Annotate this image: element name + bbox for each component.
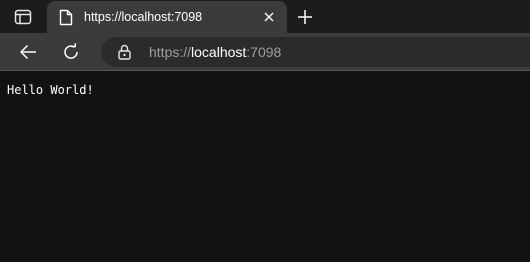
back-button[interactable] (15, 39, 41, 65)
address-bar[interactable]: https://localhost:7098 (101, 37, 530, 67)
new-tab-button[interactable] (293, 5, 317, 29)
tab-close-button[interactable] (260, 8, 278, 26)
url-scheme: https:// (149, 44, 192, 60)
url-text[interactable]: https://localhost:7098 (149, 44, 281, 60)
tab-favicon (58, 8, 74, 26)
url-port: :7098 (246, 44, 282, 60)
site-info-button[interactable] (116, 44, 132, 60)
document-icon (59, 9, 73, 25)
close-icon (264, 12, 274, 22)
refresh-button[interactable] (58, 39, 84, 65)
url-host: localhost (191, 44, 247, 60)
page-body-text: Hello World! (7, 83, 94, 97)
tab-active[interactable]: https://localhost:7098 (47, 1, 287, 33)
page-viewport: Hello World! (0, 71, 530, 262)
browser-window: https://localhost:7098 https://localhost… (0, 0, 530, 262)
tab-actions-icon (14, 9, 32, 25)
tab-title: https://localhost:7098 (84, 10, 203, 24)
tab-strip: https://localhost:7098 (0, 0, 530, 33)
toolbar: https://localhost:7098 (0, 33, 530, 71)
back-arrow-icon (20, 44, 36, 60)
tab-actions-button[interactable] (8, 5, 38, 29)
refresh-icon (64, 43, 78, 59)
lock-icon (117, 44, 131, 60)
plus-icon (298, 10, 312, 24)
